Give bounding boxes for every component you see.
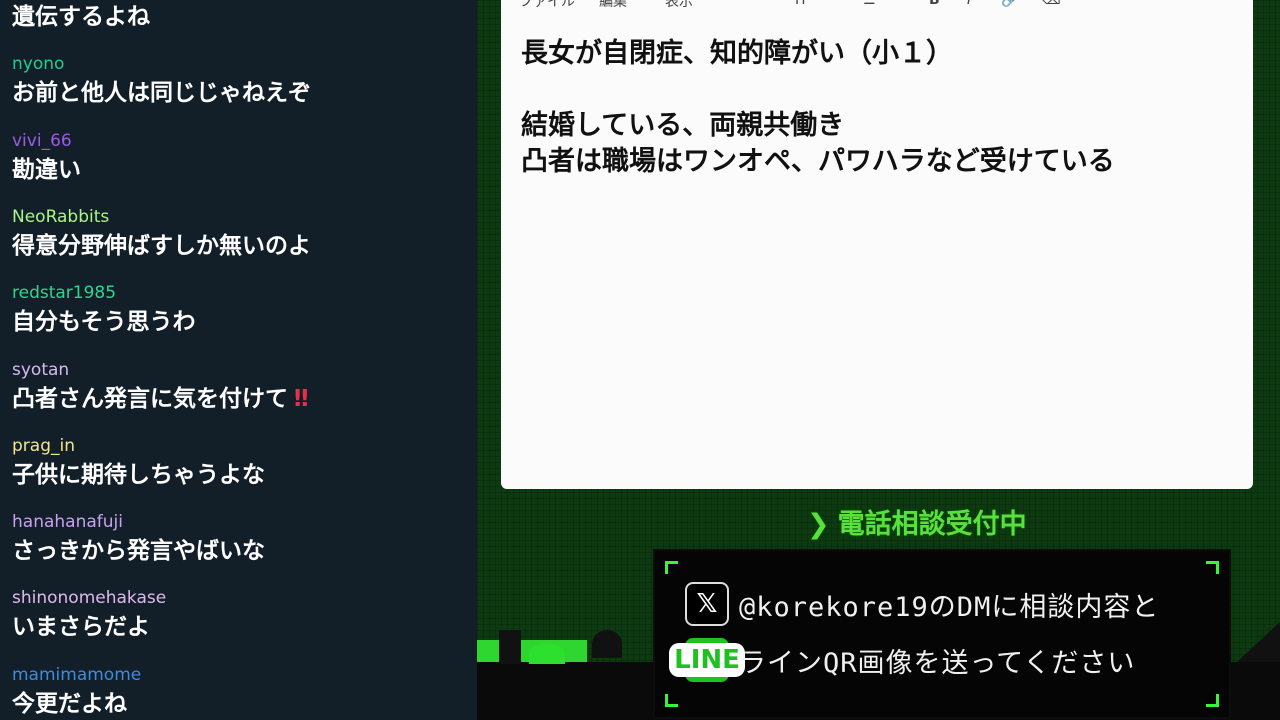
chat-username[interactable]: syotan: [12, 360, 467, 380]
chat-username[interactable]: mamimamome: [12, 665, 467, 685]
chat-text: 得意分野伸ばすしか無いのよ: [12, 232, 311, 259]
heading-icon[interactable]: H: [795, 0, 806, 8]
menu-file[interactable]: ファイル: [519, 0, 575, 11]
pixel-bird: [592, 630, 622, 658]
chevron-right-icon: ❯: [807, 509, 830, 540]
notepad-menubar: ファイル 編集 表示 H ☰ B I 🔗 ⌫: [501, 0, 1253, 12]
pixel-bush: [529, 644, 565, 664]
pixel-building: [499, 630, 521, 664]
status-text: 電話相談受付中: [837, 509, 1027, 540]
line-logo-icon: LINE: [669, 638, 745, 682]
notepad-window[interactable]: ファイル 編集 表示 H ☰ B I 🔗 ⌫ 長女が自閉症、知的障がい（小１） …: [501, 0, 1253, 489]
chat-message: nyono お前と他人は同じじゃねえぞ: [12, 54, 467, 108]
list-icon[interactable]: ☰: [863, 0, 876, 8]
note-line: 凸者は職場はワンオペ、パワハラなど受けている: [521, 146, 1115, 177]
chat-panel: 遺伝するよね nyono お前と他人は同じじゃねえぞ vivi_66 勘違い NeoRab…: [0, 0, 477, 720]
notepad-text-area[interactable]: 長女が自閉症、知的障がい（小１） 結婚している、両親共働き 凸者は職場はワンオペ…: [521, 36, 1241, 180]
link-icon[interactable]: 🔗: [1001, 0, 1018, 8]
frame-corner: [1206, 694, 1219, 707]
chat-message-text: 得意分野伸ばすしか無いのよ: [12, 231, 467, 261]
chat-message-text: 遺伝するよね: [12, 2, 467, 32]
chat-message: mamimamome 今更だよね: [12, 665, 467, 719]
x-contact-text: @korekore19のDMに相談内容と: [739, 591, 1160, 623]
chat-message-text: 今更だよね: [12, 689, 467, 719]
consultation-status: ❯ 電話相談受付中: [807, 502, 1027, 541]
chat-username[interactable]: vivi_66: [12, 131, 467, 151]
chat-message-text: いまさらだよ: [12, 612, 467, 642]
chat-message: syotan 凸者さん発言に気を付けて ‼: [12, 360, 467, 414]
line-contact-row: LINE ラインQR画像を送ってください: [669, 637, 1136, 683]
chat-username[interactable]: shinonomehakase: [12, 588, 467, 608]
double-exclamation-icon: ‼: [294, 385, 309, 412]
x-logo-icon: 𝕏: [685, 582, 729, 626]
chat-message: redstar1985 自分もそう思うわ: [12, 283, 467, 337]
line-icon-label: LINE: [669, 643, 745, 677]
note-line: [521, 72, 1241, 108]
stream-view: ファイル 編集 表示 H ☰ B I 🔗 ⌫ 長女が自閉症、知的障がい（小１） …: [477, 0, 1280, 720]
chat-text: 自分もそう思うわ: [12, 309, 196, 336]
chat-text: 勘違い: [12, 156, 81, 183]
chat-message: vivi_66 勘違い: [12, 131, 467, 185]
chat-text: 凸者さん発言に気を付けて: [12, 385, 288, 412]
chat-message-text: 凸者さん発言に気を付けて ‼: [12, 384, 467, 414]
chat-text: 遺伝するよね: [12, 4, 150, 30]
chat-message-text: お前と他人は同じじゃねえぞ: [12, 78, 467, 108]
chat-message-text: さっきから発言やばいな: [12, 536, 467, 566]
chat-text: 子供に期待しちゃうよな: [12, 461, 265, 488]
italic-icon[interactable]: I: [967, 0, 971, 8]
chat-message: 遺伝するよね: [12, 0, 467, 32]
bold-icon[interactable]: B: [929, 0, 940, 8]
line-contact-text: ラインQR画像を送ってください: [739, 647, 1136, 679]
note-line: 長女が自閉症、知的障がい（小１）: [521, 38, 953, 69]
frame-corner: [665, 561, 678, 574]
menu-edit[interactable]: 編集: [599, 0, 627, 11]
chat-message: shinonomehakase いまさらだよ: [12, 588, 467, 642]
frame-corner: [665, 694, 678, 707]
chat-username[interactable]: nyono: [12, 54, 467, 74]
chat-text: 今更だよね: [12, 690, 127, 717]
chat-username[interactable]: NeoRabbits: [12, 207, 467, 227]
chat-message-text: 子供に期待しちゃうよな: [12, 460, 467, 490]
pixel-mountain: [1237, 622, 1280, 662]
chat-message-text: 勘違い: [12, 155, 467, 185]
note-line: 結婚している、両親共働き: [521, 110, 845, 141]
chat-username[interactable]: hanahanafuji: [12, 512, 467, 532]
chat-message: NeoRabbits 得意分野伸ばすしか無いのよ: [12, 207, 467, 261]
menu-view[interactable]: 表示: [665, 0, 693, 11]
x-contact-row: 𝕏 @korekore19のDMに相談内容と: [685, 581, 1159, 627]
chat-username[interactable]: prag_in: [12, 436, 467, 456]
chat-message: prag_in 子供に期待しちゃうよな: [12, 436, 467, 490]
chat-text: さっきから発言やばいな: [12, 538, 265, 565]
chat-message-text: 自分もそう思うわ: [12, 307, 467, 337]
chat-text: いまさらだよ: [12, 614, 150, 641]
chat-message: hanahanafuji さっきから発言やばいな: [12, 512, 467, 566]
chat-text: お前と他人は同じじゃねえぞ: [12, 80, 311, 107]
contact-info-box: 𝕏 @korekore19のDMに相談内容と LINE ラインQR画像を送ってく…: [653, 549, 1231, 719]
clear-format-icon[interactable]: ⌫: [1041, 0, 1061, 8]
chat-username[interactable]: redstar1985: [12, 283, 467, 303]
frame-corner: [1206, 561, 1219, 574]
